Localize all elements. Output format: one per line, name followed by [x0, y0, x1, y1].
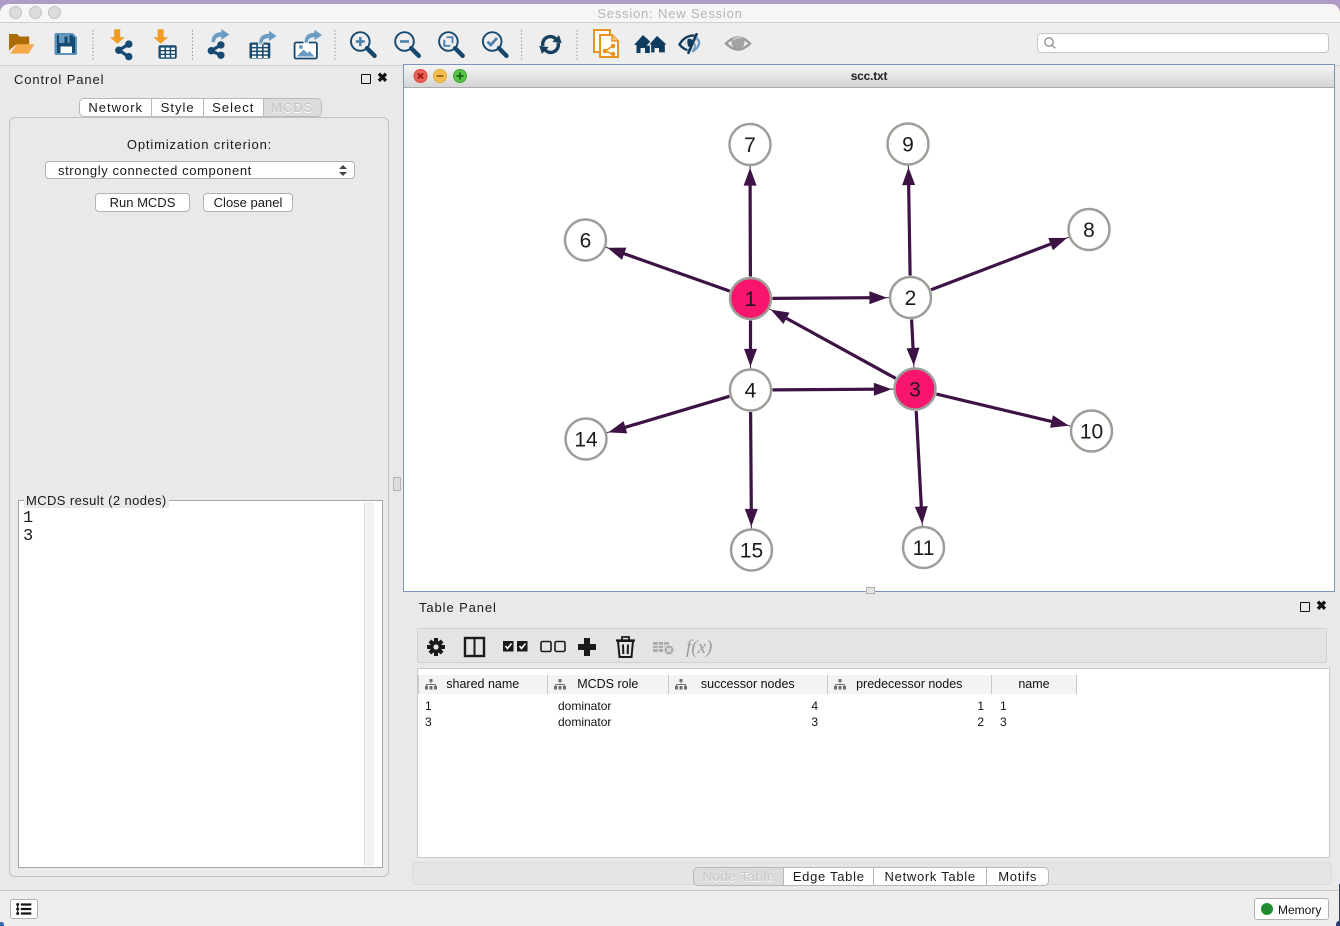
svg-text:11: 11: [913, 537, 935, 560]
svg-text:6: 6: [580, 230, 592, 253]
svg-text:f(x): f(x): [686, 637, 712, 658]
svg-text:9: 9: [902, 134, 914, 157]
svg-text:4: 4: [745, 380, 757, 403]
svg-text:10: 10: [1080, 421, 1103, 444]
svg-text:2: 2: [905, 287, 917, 310]
svg-text:14: 14: [574, 429, 598, 452]
svg-text:8: 8: [1083, 219, 1095, 242]
svg-text:3: 3: [909, 379, 921, 402]
svg-text:15: 15: [740, 540, 763, 563]
svg-text:1: 1: [745, 288, 757, 311]
svg-text:7: 7: [744, 134, 756, 157]
